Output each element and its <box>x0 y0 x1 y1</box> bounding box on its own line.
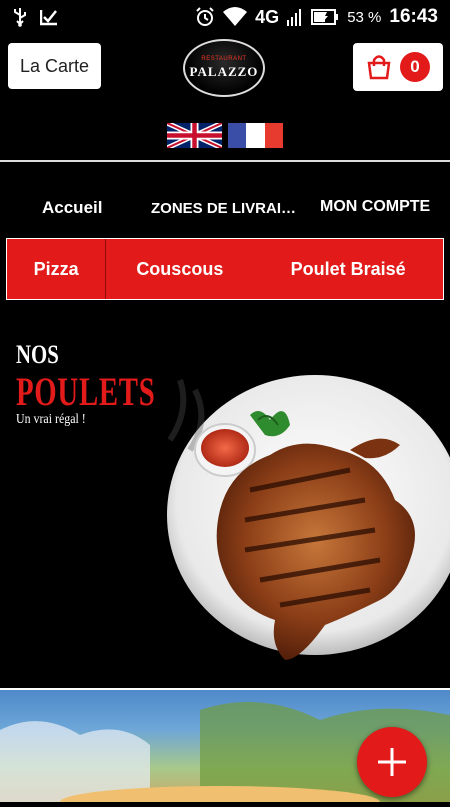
logo-name: PALAZZO <box>189 64 259 79</box>
cart-count-badge: 0 <box>400 52 430 82</box>
fr-flag-blue <box>228 123 247 148</box>
battery-percent: 53 % <box>347 8 382 26</box>
category-pizza[interactable]: Pizza <box>7 239 107 299</box>
battery-icon <box>311 9 339 25</box>
promo-banner[interactable]: NOS POULETS Un vrai régal ! <box>0 330 450 685</box>
app-header: La Carte RESTAURANT PALAZZO 0 <box>0 34 450 104</box>
header-divider <box>0 160 450 162</box>
uk-flag-icon <box>167 123 222 148</box>
promo-line-nos: NOS <box>16 340 59 369</box>
la-carte-button[interactable]: La Carte <box>8 43 101 89</box>
category-tabs: Pizza Couscous Poulet Braisé <box>6 238 444 300</box>
status-left <box>0 7 58 27</box>
nav-mon-compte[interactable]: MON COMPTE <box>320 198 430 216</box>
palazzo-logo[interactable]: RESTAURANT PALAZZO <box>183 39 265 97</box>
alarm-icon <box>196 7 214 26</box>
signal-icon <box>287 9 302 26</box>
fr-flag-white <box>246 123 265 148</box>
add-fab-button[interactable] <box>357 727 427 797</box>
main-nav: Accueil ZONES DE LIVRAISON MON COMPTE <box>0 198 450 220</box>
plus-icon <box>378 748 406 776</box>
usb-icon <box>14 8 26 27</box>
cart-button[interactable]: 0 <box>353 43 443 91</box>
logo-top-text: RESTAURANT <box>201 56 247 62</box>
download-check-icon <box>40 10 57 26</box>
network-type: 4G <box>255 6 280 27</box>
fr-flag-red <box>264 123 283 148</box>
clock: 16:43 <box>389 6 438 27</box>
nav-zones-livraison[interactable]: ZONES DE LIVRAISON <box>151 200 301 217</box>
category-poulet-braise[interactable]: Poulet Braisé <box>253 239 443 299</box>
french-flag-button[interactable] <box>228 123 283 148</box>
grilled-chicken-image <box>167 375 450 660</box>
status-right: 4G 53 % 16:43 <box>195 0 438 34</box>
shopping-bag-icon <box>367 55 391 80</box>
category-couscous[interactable]: Couscous <box>106 239 253 299</box>
language-selector <box>167 123 283 148</box>
status-bar: 4G 53 % 16:43 <box>0 0 450 34</box>
nav-accueil[interactable]: Accueil <box>42 198 102 218</box>
wifi-icon <box>223 7 248 26</box>
promo-line-poulets: POULETS <box>16 369 156 414</box>
promo-tagline: Un vrai régal ! <box>16 412 86 427</box>
english-flag-button[interactable] <box>167 123 222 148</box>
